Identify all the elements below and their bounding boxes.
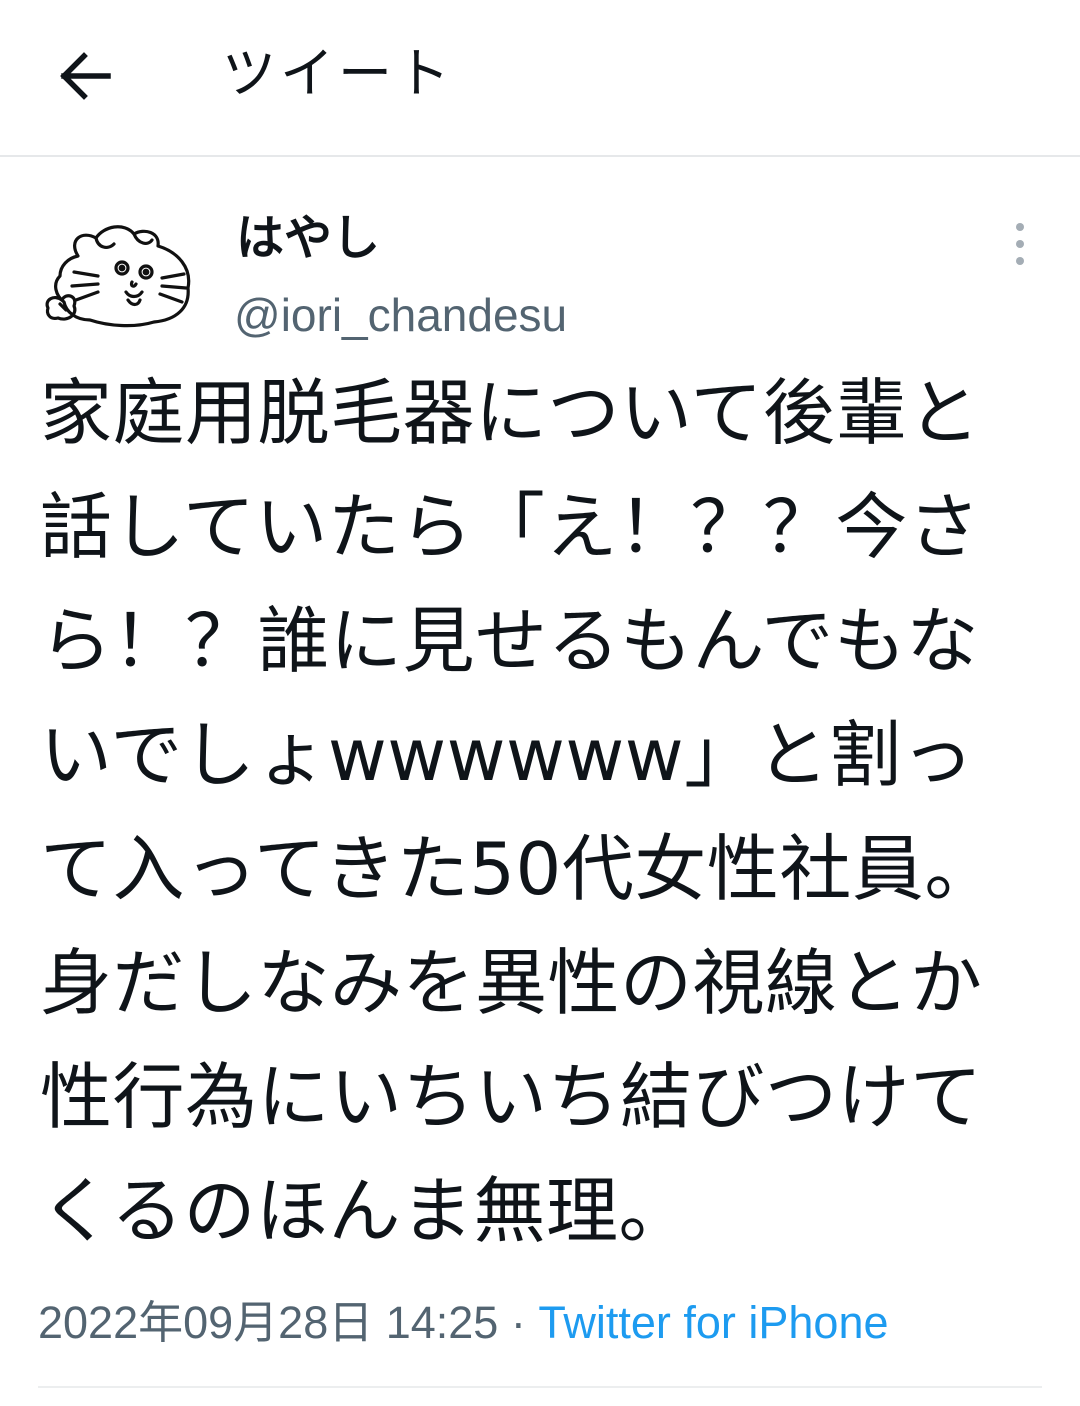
meta-separator: · [510, 1297, 526, 1348]
tweet-source-link[interactable]: Twitter for iPhone [538, 1297, 888, 1348]
tweet-timestamp[interactable]: 2022年09月28日 14:25 [38, 1297, 498, 1348]
tweet-meta: 2022年09月28日 14:25 · Twitter for iPhone [38, 1293, 889, 1353]
user-handle[interactable]: @iori_chandesu [234, 285, 567, 345]
avatar[interactable] [38, 216, 198, 340]
tweet-text: 家庭用脱毛器について後輩と 話していたら「え！？？今さ ら！？誰に見せるもんでも… [40, 371, 997, 1253]
hamster-drawing-avatar [45, 225, 191, 328]
divider [38, 1386, 1042, 1388]
display-name[interactable]: はやし [236, 206, 380, 270]
top-bar: ツイート [0, 0, 1080, 157]
arrow-left-icon [60, 52, 111, 100]
page-title: ツイート [222, 42, 454, 105]
more-vertical-icon-dot [1016, 240, 1024, 248]
more-vertical-icon-dot [1016, 257, 1024, 265]
more-options-button[interactable] [1000, 218, 1040, 270]
back-button[interactable] [52, 44, 116, 108]
more-vertical-icon [1016, 223, 1024, 231]
